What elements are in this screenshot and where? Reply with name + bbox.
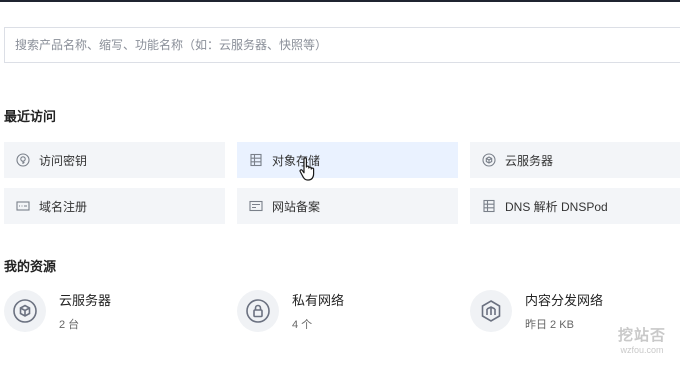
recent-item-object-storage[interactable]: 对象存储 xyxy=(237,142,458,178)
key-icon xyxy=(16,153,30,167)
recent-item-label: 访问密钥 xyxy=(39,153,88,168)
recent-item-label: 域名注册 xyxy=(39,199,88,214)
hand-cursor-icon xyxy=(299,157,315,181)
storage-icon xyxy=(249,153,263,167)
cdn-icon xyxy=(470,290,512,332)
recent-item-domain-registration[interactable]: 域名注册 xyxy=(4,188,225,224)
recent-item-access-key[interactable]: 访问密钥 xyxy=(4,142,225,178)
recent-section-title: 最近访问 xyxy=(4,109,57,124)
top-bar xyxy=(0,0,680,2)
watermark: 挖站否 wzfou.com xyxy=(618,327,666,356)
resource-count: 4 个 xyxy=(292,319,313,331)
watermark-logo-text: 挖站否 xyxy=(617,327,666,344)
resource-item-cloud-server[interactable]: 云服务器 2 台 xyxy=(4,290,111,342)
cloud-server-icon xyxy=(482,153,496,167)
search-input[interactable]: 搜索产品名称、缩写、功能名称（如：云服务器、快照等） xyxy=(4,27,680,63)
recent-item-label: DNS 解析 DNSPod xyxy=(505,199,608,214)
recent-item-cloud-server[interactable]: 云服务器 xyxy=(470,142,680,178)
cube-icon xyxy=(4,290,46,332)
resource-name: 私有网络 xyxy=(292,293,345,308)
resource-count: 昨日 2 KB xyxy=(525,319,574,331)
resource-item-cdn[interactable]: 内容分发网络 昨日 2 KB xyxy=(470,290,603,342)
watermark-url: wzfou.com xyxy=(620,345,664,355)
domain-icon xyxy=(16,199,30,213)
recent-item-icp-filing[interactable]: 网站备案 xyxy=(237,188,458,224)
recent-item-dns[interactable]: DNS 解析 DNSPod xyxy=(470,188,680,224)
resource-item-vpc[interactable]: 私有网络 4 个 xyxy=(237,290,344,342)
recent-item-label: 云服务器 xyxy=(505,153,554,168)
icp-icon xyxy=(249,199,263,213)
resource-name: 内容分发网络 xyxy=(525,293,604,308)
resources-section-title: 我的资源 xyxy=(4,259,57,274)
dns-icon xyxy=(482,199,496,213)
resource-count: 2 台 xyxy=(59,319,80,331)
resource-name: 云服务器 xyxy=(59,293,112,308)
recent-item-label: 网站备案 xyxy=(272,199,321,214)
lock-icon xyxy=(237,290,279,332)
